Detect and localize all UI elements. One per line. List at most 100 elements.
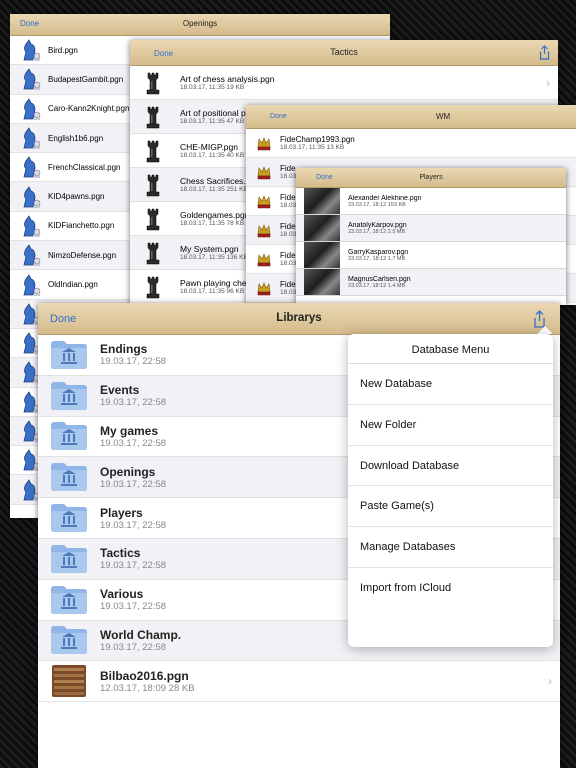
file-name: Caro-Kann2Knight.pgn xyxy=(48,104,130,114)
folder-icon xyxy=(50,419,88,453)
file-name: Goldengames.pgn xyxy=(180,210,250,220)
folder-name: Endings xyxy=(100,342,148,357)
file-name: FrenchClassical.pgn xyxy=(48,162,121,172)
file-name: Alexander Alekhine.pgn xyxy=(348,194,422,202)
database-text: Bilbao2016.pgn 12.03.17, 18:09 28 KB xyxy=(100,669,195,694)
file-name: My System.pgn xyxy=(180,244,239,254)
file-row[interactable]: GarryKasparov.pgn 23.03.17, 18:12 1.7 MB xyxy=(296,242,566,269)
folder-date: 19.03.17, 22:58 xyxy=(100,478,167,490)
file-name: English1b6.pgn xyxy=(48,133,104,143)
folder-name: Openings xyxy=(100,464,156,479)
chevron-right-icon: › xyxy=(546,75,550,90)
player-photo-icon xyxy=(304,269,340,295)
player-photo-icon xyxy=(304,242,340,268)
menu-item[interactable]: Manage Databases xyxy=(348,527,553,568)
knight-pawn-icon xyxy=(20,243,42,267)
folder-text: Openings 19.03.17, 22:58 xyxy=(100,465,166,490)
menu-pointer xyxy=(537,326,553,334)
crown-icon xyxy=(256,193,272,209)
tactics-title: Tactics xyxy=(330,47,358,57)
file-meta: 23.03.17, 18:12 1.4 MB xyxy=(348,282,406,289)
players-window: Done Players Alexander Alekhine.pgn 23.03… xyxy=(296,168,566,305)
folder-text: My games 19.03.17, 22:58 xyxy=(100,424,166,449)
wm-done-button[interactable]: Done xyxy=(270,113,287,120)
folder-icon xyxy=(50,542,88,576)
menu-item[interactable]: New Database xyxy=(348,364,553,405)
folder-date: 19.03.17, 22:58 xyxy=(100,397,167,409)
file-name: KID4pawns.pgn xyxy=(48,192,105,202)
file-row[interactable]: Alexander Alekhine.pgn 23.03.17, 18:12 15… xyxy=(296,188,566,215)
folder-text: Tactics 19.03.17, 22:58 xyxy=(100,546,166,571)
file-row[interactable]: MagnusCarlsen.pgn 23.03.17, 18:12 1.4 MB xyxy=(296,269,566,296)
file-text: My System.pgn 18.03.17, 11:35 136 KB xyxy=(180,244,248,261)
tactics-titlebar: Done Tactics xyxy=(130,40,558,66)
folder-name: Players xyxy=(100,505,143,520)
openings-titlebar: Done Openings xyxy=(10,14,390,36)
file-text: Alexander Alekhine.pgn 23.03.17, 18:12 15… xyxy=(348,195,422,208)
players-title: Players xyxy=(419,174,443,181)
librarys-title: Librarys xyxy=(276,312,322,324)
file-name: AnatolyKarpov.pgn xyxy=(348,221,407,229)
file-row[interactable]: FideChamp1993.pgn 18.03.17, 11:35 13 KB xyxy=(246,129,576,158)
folder-name: Events xyxy=(100,383,140,398)
knight-pawn-icon xyxy=(20,273,42,297)
file-name: BudapestGambit.pgn xyxy=(48,74,124,84)
file-name: OldIndian.pgn xyxy=(48,280,98,290)
folder-date: 19.03.17, 22:58 xyxy=(100,356,167,368)
folder-icon xyxy=(50,623,88,657)
folder-date: 19.03.17, 22:58 xyxy=(100,601,167,613)
rook-icon xyxy=(144,206,162,232)
openings-title: Openings xyxy=(182,19,218,28)
folder-text: Endings 19.03.17, 22:58 xyxy=(100,342,166,367)
books-icon xyxy=(50,663,88,699)
menu-item[interactable]: Import from ICloud xyxy=(348,568,553,609)
file-row[interactable]: Art of chess analysis.pgn 18.03.17, 11:35… xyxy=(130,66,558,100)
folder-name: My games xyxy=(100,423,159,438)
file-meta: 23.03.17, 18:12 2.5 MB xyxy=(348,228,406,235)
librarys-titlebar: Done Librarys xyxy=(38,303,560,335)
players-list: Alexander Alekhine.pgn 23.03.17, 18:12 15… xyxy=(296,188,566,296)
crown-icon xyxy=(256,280,272,296)
file-name: MagnusCarlsen.pgn xyxy=(348,275,411,283)
rook-icon xyxy=(144,138,162,164)
file-text: GarryKasparov.pgn 23.03.17, 18:12 1.7 MB xyxy=(348,249,408,262)
file-meta: 18.03.17, 11:35 136 KB xyxy=(180,254,248,261)
folder-date: 19.03.17, 22:58 xyxy=(100,560,167,572)
file-meta: 18.03.17, 11:35 13 KB xyxy=(280,144,345,151)
file-text: Art of chess analysis.pgn 18.03.17, 11:35… xyxy=(180,74,275,91)
file-name: GarryKasparov.pgn xyxy=(348,248,409,256)
rook-icon xyxy=(144,274,162,300)
file-meta: 23.03.17, 18:12 1.7 MB xyxy=(348,255,406,262)
database-row[interactable]: Bilbao2016.pgn 12.03.17, 18:09 28 KB › xyxy=(38,661,560,703)
folder-name: World Champ. xyxy=(100,627,182,642)
menu-item[interactable]: Download Database xyxy=(348,446,553,487)
menu-item[interactable]: New Folder xyxy=(348,405,553,446)
file-name: CHE-MIGP.pgn xyxy=(180,142,238,152)
folder-icon xyxy=(50,379,88,413)
folder-name: Tactics xyxy=(100,546,141,561)
wm-title: WM xyxy=(436,112,451,121)
chevron-right-icon: › xyxy=(548,674,552,689)
rook-icon xyxy=(144,104,162,130)
share-icon[interactable] xyxy=(539,45,550,60)
folder-text: Various 19.03.17, 22:58 xyxy=(100,587,166,612)
file-name: Art of chess analysis.pgn xyxy=(180,74,275,84)
file-text: Goldengames.pgn 18.03.17, 11:35 78 KB xyxy=(180,210,249,227)
file-name: Bird.pgn xyxy=(48,45,78,55)
wm-titlebar: Done WM xyxy=(246,105,576,129)
file-name: NimzoDefense.pgn xyxy=(48,250,117,260)
database-menu-items: New Database New Folder Download Database P… xyxy=(348,364,553,609)
knight-pawn-icon xyxy=(20,67,42,91)
file-text: MagnusCarlsen.pgn 23.03.17, 18:12 1.4 MB xyxy=(348,276,411,289)
knight-pawn-icon xyxy=(20,185,42,209)
database-menu-title: Database Menu xyxy=(348,334,553,364)
file-meta: 18.03.17, 11:35 40 KB xyxy=(180,152,245,159)
file-text: CHE-MIGP.pgn 18.03.17, 11:35 40 KB xyxy=(180,142,244,159)
database-meta: 12.03.17, 18:09 28 KB xyxy=(100,682,195,694)
folder-icon xyxy=(50,501,88,535)
folder-icon xyxy=(50,338,88,372)
file-name: FideChamp1993.pgn xyxy=(280,135,355,144)
file-row[interactable]: AnatolyKarpov.pgn 23.03.17, 18:12 2.5 MB xyxy=(296,215,566,242)
menu-item[interactable]: Paste Game(s) xyxy=(348,486,553,528)
crown-icon xyxy=(256,251,272,267)
